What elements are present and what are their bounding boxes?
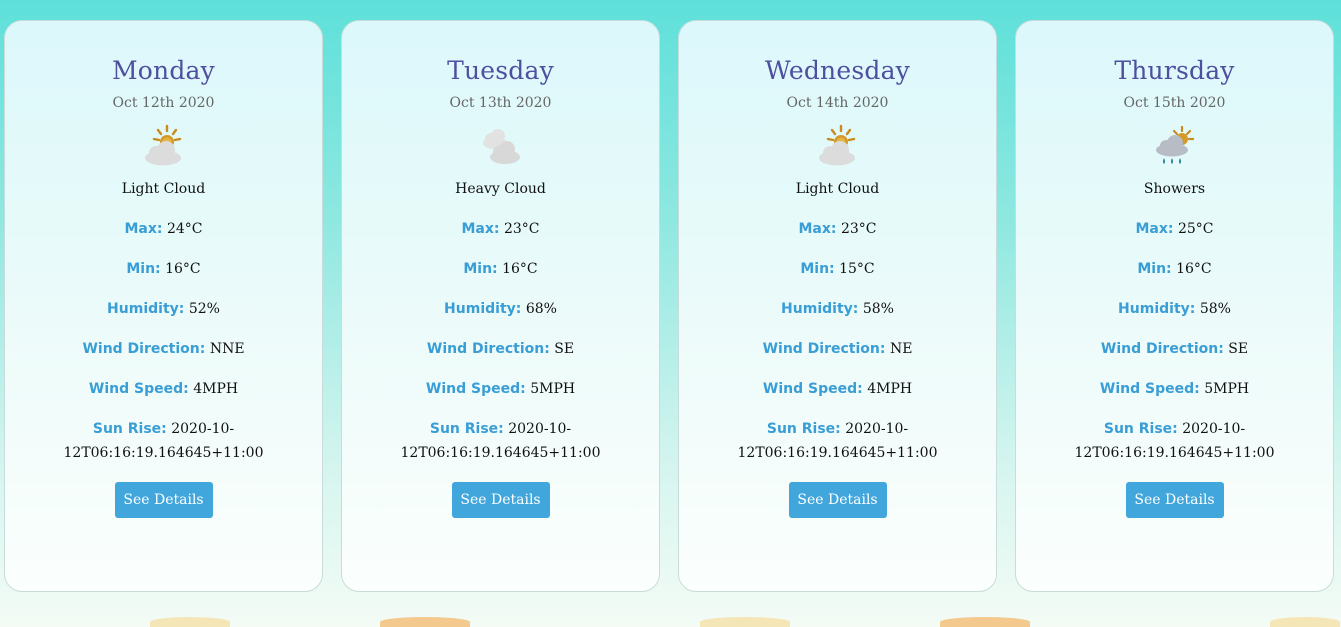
decorative-shape bbox=[940, 617, 1030, 627]
day-date: Oct 15th 2020 bbox=[1123, 95, 1226, 111]
decorative-shape bbox=[150, 617, 230, 627]
weather-condition: Light Cloud bbox=[121, 181, 206, 197]
weather-condition: Light Cloud bbox=[795, 181, 880, 197]
wind-direction-row: Wind Direction: NE bbox=[762, 341, 913, 357]
wind-direction-value: SE bbox=[1228, 341, 1249, 357]
min-temp-row: Min: 16°C bbox=[126, 261, 201, 277]
forecast-card-wednesday: Wednesday Oct 14th 2020 Light Cloud Max:… bbox=[678, 20, 997, 592]
forecast-card-monday: Monday Oct 12th 2020 Light Cloud Max: 24… bbox=[4, 20, 323, 592]
humidity-value: 58% bbox=[862, 301, 894, 317]
day-date: Oct 12th 2020 bbox=[112, 95, 215, 111]
max-temp-row: Max: 25°C bbox=[1135, 221, 1214, 237]
humidity-row: Humidity: 58% bbox=[1118, 301, 1231, 317]
sun-cloud-icon bbox=[5, 123, 322, 171]
min-temp-row: Min: 15°C bbox=[800, 261, 875, 277]
max-temp-value: 23°C bbox=[503, 221, 540, 237]
sun-rise-row: Sun Rise: 2020-10-12T06:16:19.164645+11:… bbox=[63, 421, 264, 461]
max-temp-row: Max: 23°C bbox=[461, 221, 540, 237]
humidity-value: 58% bbox=[1199, 301, 1231, 317]
min-temp-row: Min: 16°C bbox=[463, 261, 538, 277]
heavy-cloud-icon bbox=[342, 123, 659, 171]
wind-speed-value: 5MPH bbox=[530, 381, 576, 397]
humidity-value: 52% bbox=[188, 301, 220, 317]
sun-rise-row: Sun Rise: 2020-10-12T06:16:19.164645+11:… bbox=[400, 421, 601, 461]
showers-icon bbox=[1016, 123, 1333, 171]
sun-rise-row: Sun Rise: 2020-10-12T06:16:19.164645+11:… bbox=[737, 421, 938, 461]
min-temp-row: Min: 16°C bbox=[1137, 261, 1212, 277]
min-temp-value: 16°C bbox=[1176, 261, 1212, 277]
weather-condition: Heavy Cloud bbox=[455, 181, 546, 197]
wind-direction-value: NE bbox=[889, 341, 913, 357]
wind-direction-row: Wind Direction: SE bbox=[1100, 341, 1249, 357]
wind-speed-row: Wind Speed: 4MPH bbox=[88, 381, 239, 397]
wind-speed-value: 5MPH bbox=[1204, 381, 1250, 397]
weather-condition: Showers bbox=[1143, 181, 1206, 197]
humidity-row: Humidity: 68% bbox=[444, 301, 557, 317]
day-date: Oct 13th 2020 bbox=[449, 95, 552, 111]
day-title: Tuesday bbox=[447, 56, 554, 85]
humidity-value: 68% bbox=[525, 301, 557, 317]
max-temp-value: 25°C bbox=[1177, 221, 1214, 237]
wind-speed-row: Wind Speed: 4MPH bbox=[762, 381, 913, 397]
wind-speed-row: Wind Speed: 5MPH bbox=[1099, 381, 1250, 397]
humidity-row: Humidity: 52% bbox=[107, 301, 220, 317]
sun-rise-row: Sun Rise: 2020-10-12T06:16:19.164645+11:… bbox=[1074, 421, 1275, 461]
day-title: Thursday bbox=[1114, 56, 1235, 85]
max-temp-value: 23°C bbox=[840, 221, 877, 237]
decorative-shape bbox=[700, 617, 790, 627]
min-temp-value: 16°C bbox=[165, 261, 201, 277]
see-details-button[interactable]: See Details bbox=[451, 482, 550, 518]
min-temp-value: 15°C bbox=[839, 261, 875, 277]
decorative-shape bbox=[380, 617, 470, 627]
max-temp-value: 24°C bbox=[166, 221, 203, 237]
see-details-button[interactable]: See Details bbox=[788, 482, 887, 518]
day-title: Wednesday bbox=[764, 56, 910, 85]
forecast-cards: Monday Oct 12th 2020 Light Cloud Max: 24… bbox=[4, 20, 1334, 592]
wind-speed-row: Wind Speed: 5MPH bbox=[425, 381, 576, 397]
forecast-card-thursday: Thursday Oct 15th 2020 Showers Max: 25°C… bbox=[1015, 20, 1334, 592]
humidity-row: Humidity: 58% bbox=[781, 301, 894, 317]
see-details-button[interactable]: See Details bbox=[1125, 482, 1224, 518]
wind-direction-value: NNE bbox=[209, 341, 245, 357]
day-title: Monday bbox=[112, 56, 215, 85]
decorative-shape bbox=[1270, 617, 1340, 627]
wind-speed-value: 4MPH bbox=[193, 381, 239, 397]
max-temp-row: Max: 24°C bbox=[124, 221, 203, 237]
wind-direction-value: SE bbox=[554, 341, 575, 357]
day-date: Oct 14th 2020 bbox=[786, 95, 889, 111]
max-temp-row: Max: 23°C bbox=[798, 221, 877, 237]
min-temp-value: 16°C bbox=[502, 261, 538, 277]
wind-direction-row: Wind Direction: NNE bbox=[82, 341, 245, 357]
sun-cloud-icon bbox=[679, 123, 996, 171]
wind-speed-value: 4MPH bbox=[867, 381, 913, 397]
wind-direction-row: Wind Direction: SE bbox=[426, 341, 575, 357]
see-details-button[interactable]: See Details bbox=[114, 482, 213, 518]
forecast-card-tuesday: Tuesday Oct 13th 2020 Heavy Cloud Max: 2… bbox=[341, 20, 660, 592]
